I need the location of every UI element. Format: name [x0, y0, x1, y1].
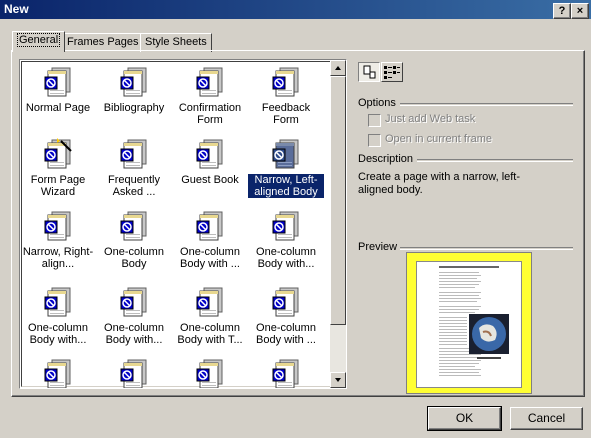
page-template-icon: [43, 286, 73, 319]
page-template-icon: [119, 138, 149, 171]
template-item[interactable]: One-column Body with T...: [172, 286, 248, 346]
template-item[interactable]: Narrow, Right-align...: [20, 210, 96, 270]
template-item[interactable]: Bibliography: [96, 66, 172, 114]
large-icons-view-button[interactable]: [358, 62, 380, 82]
template-label: Narrow, Right-align...: [22, 246, 94, 270]
page-template-icon: [271, 66, 301, 99]
description-text: Create a page with a narrow, left-aligne…: [358, 171, 521, 196]
template-label: One-column Body with T...: [177, 322, 243, 346]
page-template-icon: [43, 210, 73, 243]
page-template-icon: [119, 66, 149, 99]
template-item[interactable]: One-column Body with...: [248, 210, 324, 270]
wizard-icon: [43, 138, 73, 171]
page-template-icon: [195, 358, 225, 388]
template-item[interactable]: Frequently Asked ...: [96, 138, 172, 198]
vertical-scrollbar[interactable]: [330, 60, 346, 388]
description-divider: [417, 159, 573, 162]
arrow-down-icon: [335, 378, 341, 382]
tab-general[interactable]: General: [12, 31, 66, 52]
template-label: Feedback Form: [261, 102, 311, 126]
template-item[interactable]: Narrow, Left-aligned Body: [248, 138, 324, 198]
template-item[interactable]: Feedback Form: [248, 66, 324, 126]
add-web-task-checkbox[interactable]: [368, 114, 381, 127]
list-view-icon: [384, 66, 400, 79]
template-label: One-column Body with...: [104, 322, 164, 346]
open-in-frame-checkbox[interactable]: [368, 134, 381, 147]
template-label: One-column Body with ...: [256, 322, 316, 346]
template-item[interactable]: [248, 358, 324, 388]
large-icons-view-icon: [363, 65, 376, 79]
page-template-icon: [119, 358, 149, 388]
template-label: Guest Book: [181, 174, 239, 186]
template-item[interactable]: One-column Body with...: [20, 286, 96, 346]
template-label: Confirmation Form: [178, 102, 242, 126]
template-item[interactable]: One-column Body with...: [96, 286, 172, 346]
page-template-icon: [43, 358, 73, 388]
template-label: Narrow, Left-aligned Body: [248, 174, 324, 198]
preview-page-thumbnail: [416, 261, 522, 388]
template-item[interactable]: [172, 358, 248, 388]
close-button[interactable]: ×: [571, 3, 589, 19]
scroll-thumb[interactable]: [330, 76, 346, 325]
page-template-icon: [195, 66, 225, 99]
scroll-down-button[interactable]: [330, 372, 346, 388]
scroll-up-button[interactable]: [330, 60, 346, 76]
options-heading: Options: [358, 97, 396, 109]
description-heading: Description: [358, 153, 414, 165]
page-template-icon: [43, 66, 73, 99]
template-item[interactable]: One-column Body with ...: [172, 210, 248, 270]
title-bar: New ? ×: [0, 0, 591, 19]
cancel-button[interactable]: Cancel: [510, 407, 583, 430]
options-divider: [400, 103, 573, 106]
page-template-icon: [119, 210, 149, 243]
template-item[interactable]: [20, 358, 96, 388]
open-in-frame-label: Open in current frame: [385, 133, 492, 145]
template-item[interactable]: One-column Body: [96, 210, 172, 270]
page-template-icon: [195, 138, 225, 171]
page-template-icon: [271, 358, 301, 388]
list-view-button[interactable]: [381, 62, 403, 82]
page-template-icon: [195, 286, 225, 319]
preview-divider: [400, 247, 573, 250]
arrow-up-icon: [335, 66, 341, 70]
page-template-icon: [195, 210, 225, 243]
template-item[interactable]: Form Page Wizard: [20, 138, 96, 198]
preview-heading: Preview: [358, 241, 398, 253]
template-label: Normal Page: [25, 102, 91, 114]
page-template-icon: [271, 138, 301, 171]
template-item[interactable]: Normal Page: [20, 66, 96, 114]
template-label: Bibliography: [103, 102, 165, 114]
template-item[interactable]: Confirmation Form: [172, 66, 248, 126]
preview-page-image: [439, 266, 509, 376]
help-button[interactable]: ?: [553, 3, 571, 19]
add-web-task-label: Just add Web task: [385, 113, 476, 125]
template-item[interactable]: Guest Book: [172, 138, 248, 186]
preview-frame: [406, 252, 532, 394]
template-label: Frequently Asked ...: [108, 174, 160, 198]
page-template-icon: [271, 286, 301, 319]
ok-button[interactable]: OK: [427, 406, 502, 431]
template-list[interactable]: Normal Page Bibliography Confirmation Form…: [19, 59, 347, 389]
template-item[interactable]: One-column Body with ...: [248, 286, 324, 346]
page-template-icon: [119, 286, 149, 319]
template-label: One-column Body with...: [256, 246, 316, 270]
template-label: One-column Body: [104, 246, 164, 270]
template-label: One-column Body with ...: [180, 246, 240, 270]
template-item[interactable]: [96, 358, 172, 388]
page-template-icon: [271, 210, 301, 243]
template-label: Form Page Wizard: [30, 174, 86, 198]
template-label: One-column Body with...: [28, 322, 88, 346]
window-title: New: [4, 2, 29, 16]
